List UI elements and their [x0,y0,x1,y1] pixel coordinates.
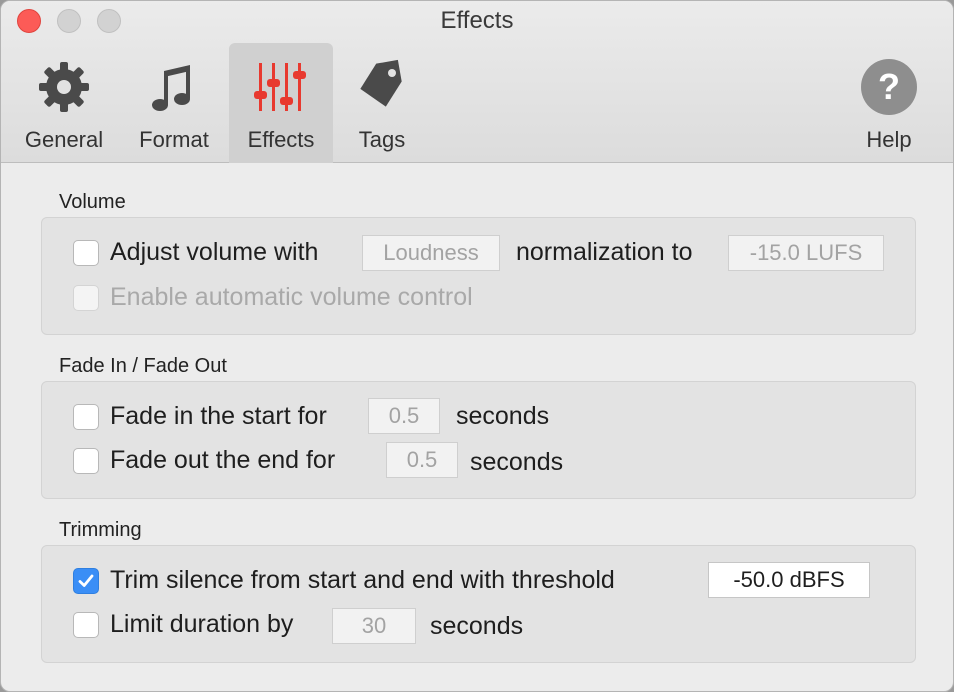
tab-tags[interactable]: Tags [337,43,427,163]
fade-in-label: Fade in the start for [110,402,327,430]
toolbar: Effects General Format Effects Tags ? He… [1,1,953,163]
tab-tags-label: Tags [358,127,406,152]
fade-out-seconds-input[interactable]: 0.5 [386,442,458,478]
loudness-mode-select[interactable]: Loudness [362,235,500,271]
equalizer-sliders-icon [254,63,306,111]
fade-in-checkbox[interactable] [73,404,99,430]
svg-text:?: ? [878,66,900,107]
fade-out-unit: seconds [470,448,564,476]
help-label: Help [866,127,912,152]
tag-icon [360,59,402,107]
volume-group: Adjust volume with Loudness normalizatio… [41,217,916,335]
fade-group: Fade in the start for 0.5 seconds Fade o… [41,381,916,499]
auto-volume-label: Enable automatic volume control [110,283,473,311]
limit-duration-unit: seconds [430,612,524,640]
loudness-target-input[interactable]: -15.0 LUFS [728,235,884,271]
window-title: Effects [440,7,514,34]
adjust-volume-checkbox[interactable] [73,240,99,266]
trimming-group: Trim silence from start and end with thr… [41,545,916,663]
tab-general[interactable]: General [15,43,113,163]
trim-silence-label: Trim silence from start and end with thr… [110,566,615,594]
limit-duration-seconds-input[interactable]: 30 [332,608,416,644]
checkmark-icon [78,574,94,587]
adjust-volume-label: Adjust volume with [110,238,319,266]
tab-effects[interactable]: Effects [229,43,333,163]
question-mark-icon: ? [861,59,917,115]
preferences-window: Effects General Format Effects Tags ? He… [0,0,954,692]
trimming-section-title: Trimming [59,519,142,541]
tab-format-label: Format [139,127,209,152]
fade-in-seconds-input[interactable]: 0.5 [368,398,440,434]
limit-duration-label: Limit duration by [110,610,294,638]
fade-section-title: Fade In / Fade Out [59,355,227,377]
music-note-icon [152,65,190,111]
help-button[interactable]: ? Help [847,43,931,163]
gear-icon [39,62,89,112]
auto-volume-checkbox[interactable] [73,285,99,311]
tab-effects-label: Effects [247,127,315,152]
volume-section-title: Volume [59,191,126,213]
fade-in-unit: seconds [456,402,550,430]
fade-out-checkbox[interactable] [73,448,99,474]
limit-duration-checkbox[interactable] [73,612,99,638]
tab-format[interactable]: Format [125,43,223,163]
fade-out-label: Fade out the end for [110,446,336,474]
trim-silence-checkbox[interactable] [73,568,99,594]
tab-general-label: General [24,127,104,152]
trim-threshold-input[interactable]: -50.0 dBFS [708,562,870,598]
normalization-to-label: normalization to [516,238,693,266]
